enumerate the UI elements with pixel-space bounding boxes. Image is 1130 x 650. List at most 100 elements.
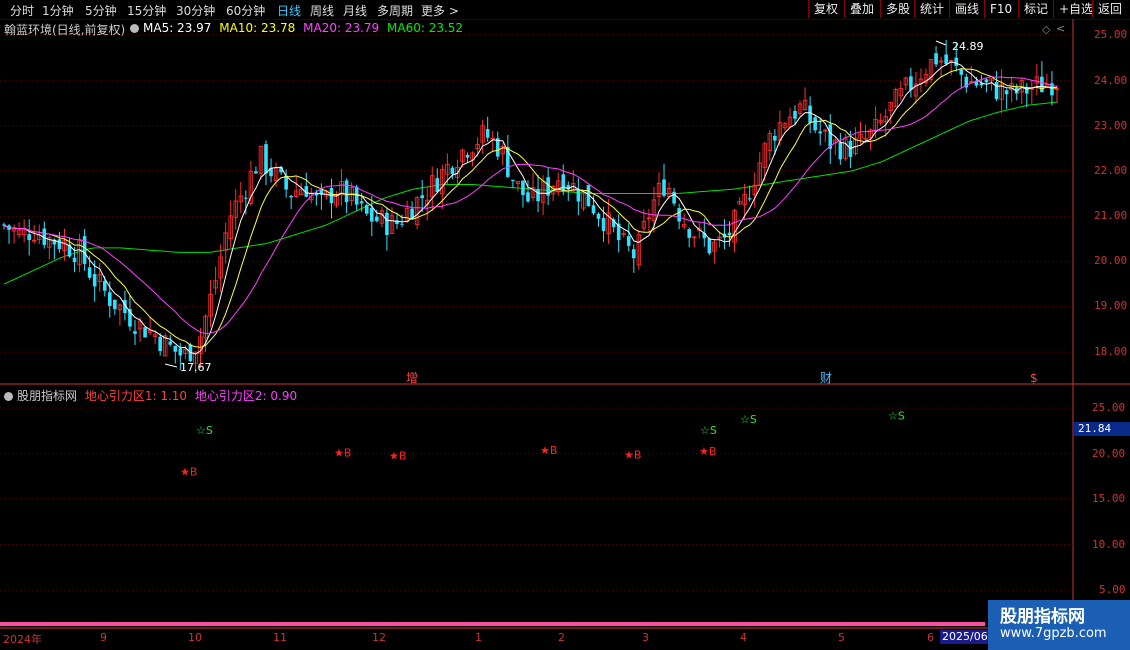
- indicator-tick: 15.00: [1092, 492, 1126, 505]
- candle-body-down: [1040, 76, 1044, 93]
- candle-body-down: [672, 191, 676, 204]
- candle-body-down: [677, 208, 681, 222]
- price-tick: 21.00: [1094, 209, 1128, 222]
- candle-body-down: [178, 348, 183, 356]
- indicator-tick: 20.00: [1092, 447, 1126, 460]
- candle-body-down: [359, 201, 364, 204]
- ma10-line: [3, 68, 1058, 348]
- price-tick: 25.00: [1094, 28, 1128, 41]
- candle-body-down: [143, 327, 147, 338]
- event-mark-add: 增: [406, 371, 418, 385]
- candle-body-down: [631, 249, 636, 259]
- indicator-tick: 10.00: [1092, 538, 1126, 551]
- candle-body-down: [536, 189, 540, 202]
- indicator-tick: 5.00: [1099, 583, 1126, 596]
- ma20-line: [3, 76, 1058, 335]
- candle-body-down: [435, 178, 440, 193]
- candle-body-down: [934, 53, 938, 65]
- time-tick: 2: [558, 631, 565, 644]
- candles: [2, 39, 1060, 374]
- time-scroll-bar: [0, 622, 985, 626]
- candle-body-down: [244, 197, 248, 199]
- indicator-current-value: 21.84: [1074, 422, 1130, 436]
- candle-body-down: [168, 341, 173, 345]
- candle-body-down: [450, 167, 455, 175]
- watermark-url: www.7gpzb.com: [1000, 626, 1107, 641]
- kline-chart[interactable]: ★B ★B ★B ★B ★B ★B ☆S ☆S ☆S ☆S 24.89 17.67 增 财 $: [0, 0, 1130, 650]
- candle-body-down: [27, 234, 31, 241]
- candle-body-down: [601, 217, 606, 231]
- candle-body-down: [375, 216, 379, 222]
- indicator-line1: 地心引力区1: 1.10: [84, 389, 188, 403]
- price-tick: 19.00: [1094, 299, 1128, 312]
- time-tick: 10: [188, 631, 202, 644]
- candle-body-down: [959, 69, 964, 75]
- indicator-line2: 地心引力区2: 0.90: [194, 389, 298, 403]
- high-marker-line: [935, 40, 947, 46]
- indicator-tick: 25.00: [1092, 401, 1126, 414]
- sell-signal: ☆S: [740, 413, 757, 426]
- ma60-polyline: [3, 101, 1058, 285]
- grid-lines: [0, 34, 1073, 591]
- price-tick: 18.00: [1094, 345, 1128, 358]
- time-tick: 1: [475, 631, 482, 644]
- low-label: 17.67: [180, 361, 212, 374]
- candle-body-down: [385, 212, 389, 235]
- time-tick: 11: [273, 631, 287, 644]
- candle-body-down: [818, 131, 823, 134]
- low-marker-line: [164, 363, 178, 368]
- candle-body-down: [254, 171, 258, 174]
- candle-body-down: [687, 229, 692, 238]
- candle-body-down: [813, 117, 817, 131]
- time-tick: 4: [740, 631, 747, 644]
- candle-body-down: [108, 292, 112, 306]
- candle-body-down: [591, 205, 596, 214]
- buy-signal: ★B: [180, 466, 197, 479]
- candle-body-down: [102, 281, 107, 291]
- candle-body-down: [158, 336, 162, 352]
- candle-body-down: [465, 154, 470, 158]
- buy-signal: ★B: [334, 447, 351, 460]
- candle-body-down: [944, 54, 948, 64]
- candle-body-down: [561, 174, 566, 192]
- indicator-settings-icon[interactable]: [4, 392, 13, 401]
- price-tick: 23.00: [1094, 119, 1128, 132]
- candle-body-down: [400, 223, 404, 225]
- price-tick: 24.00: [1094, 74, 1128, 87]
- event-mark-dividend: $: [1030, 371, 1038, 385]
- candle-body-down: [72, 257, 77, 262]
- time-tick: 3: [642, 631, 649, 644]
- candle-body-down: [521, 180, 525, 196]
- time-tick: 6: [927, 631, 934, 644]
- sell-signal: ☆S: [888, 409, 905, 422]
- candle-body-down: [662, 179, 666, 196]
- candle-body-down: [596, 213, 601, 219]
- time-tick: 12: [372, 631, 386, 644]
- candle-body-down: [364, 204, 369, 214]
- sell-signal: ☆S: [700, 424, 717, 437]
- candle-body-down: [994, 82, 999, 100]
- buy-signal: ★B: [624, 448, 641, 461]
- candle-body-down: [909, 76, 913, 90]
- buy-signal: ★B: [389, 449, 406, 462]
- candle-body-down: [808, 105, 812, 124]
- price-tick: 20.00: [1094, 254, 1128, 267]
- buy-signal: ★B: [699, 445, 716, 458]
- candle-body-down: [2, 224, 6, 226]
- ma5-line: [3, 61, 1058, 355]
- candle-body-down: [57, 239, 62, 250]
- candle-body-down: [133, 331, 137, 334]
- candle-body-down: [369, 207, 374, 222]
- candle-body-down: [984, 79, 989, 83]
- buy-signal: ★B: [540, 444, 557, 457]
- high-label: 24.89: [952, 40, 984, 53]
- candle-body-down: [727, 232, 732, 236]
- signals: ★B ★B ★B ★B ★B ★B ☆S ☆S ☆S ☆S: [180, 409, 905, 478]
- candle-body-down: [838, 142, 843, 160]
- watermark-title: 股朋指标网: [1000, 607, 1085, 627]
- price-tick: 22.00: [1094, 164, 1128, 177]
- candle-body-down: [289, 195, 293, 198]
- event-mark-finance: 财: [820, 371, 832, 385]
- candle-body-down: [773, 135, 777, 141]
- candle-body-down: [511, 179, 515, 182]
